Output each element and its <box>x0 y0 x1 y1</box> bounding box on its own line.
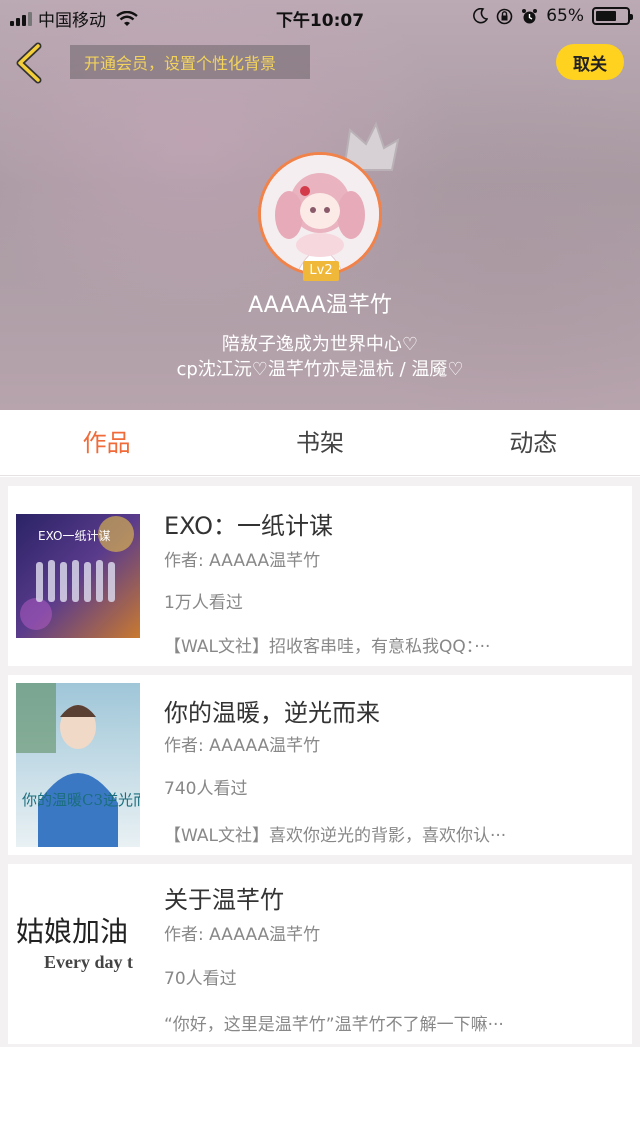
book-title: 你的温暖，逆光而来 <box>164 699 380 727</box>
bio-line-2: cp沈江沅♡温芊竹亦是温杭 / 温魇♡ <box>176 359 464 380</box>
moon-icon <box>473 8 489 24</box>
vip-banner[interactable]: 开通会员，设置个性化背景 <box>70 45 310 79</box>
battery-percent: 65% <box>546 6 584 26</box>
cover-text: EXO一纸计谋 <box>38 529 110 543</box>
book-views: 70人看过 <box>164 969 237 989</box>
tab-works[interactable]: 作品 <box>0 410 213 475</box>
username: AAAAA温芊竹 <box>248 293 392 318</box>
book-cover: 姑娘加油 Every day t <box>14 894 144 994</box>
avatar-image <box>261 155 379 273</box>
cover-text: 姑娘加油 <box>16 915 129 948</box>
book-description: 【WAL文社】招收客串哇，有意私我QQ：··· <box>164 637 491 657</box>
avatar[interactable] <box>258 152 382 276</box>
profile-tabs: 作品 书架 动态 <box>0 410 640 476</box>
cover-subtext: Every day t <box>44 952 133 972</box>
book-author: 作者: AAAAA温芊竹 <box>164 551 321 571</box>
book-cover: EXO一纸计谋 <box>16 514 140 638</box>
book-description: 【WAL文社】喜欢你逆光的背影，喜欢你认··· <box>164 826 507 846</box>
bio-line-1: 陪敖子逸成为世界中心♡ <box>221 334 419 355</box>
book-title: EXO：一纸计谋 <box>164 512 333 540</box>
profile-header: 中国移动 下午10:07 65% 开通会员，设置个性化背景 取关 Lv2 AAA… <box>0 0 640 410</box>
status-bar: 中国移动 下午10:07 65% <box>0 0 640 34</box>
book-author: 作者: AAAAA温芊竹 <box>164 736 321 756</box>
book-cover: 你的温暖C3逆光而来 <box>16 683 140 847</box>
book-card[interactable]: EXO一纸计谋 EXO：一纸计谋 作者: AAAAA温芊竹 1万人看过 【WAL… <box>8 486 632 666</box>
battery-fill <box>596 11 616 21</box>
back-button[interactable] <box>12 42 46 84</box>
cover-text: 你的温暖C3逆光而来 <box>22 791 140 809</box>
book-title: 关于温芊竹 <box>164 886 284 914</box>
level-badge: Lv2 <box>303 261 339 281</box>
tab-activity[interactable]: 动态 <box>427 410 640 475</box>
book-card[interactable]: 你的温暖C3逆光而来 你的温暖，逆光而来 作者: AAAAA温芊竹 740人看过… <box>8 675 632 855</box>
book-views: 1万人看过 <box>164 593 243 613</box>
book-card[interactable]: 姑娘加油 Every day t 关于温芊竹 作者: AAAAA温芊竹 70人看… <box>8 864 632 1044</box>
tab-bookshelf[interactable]: 书架 <box>213 410 426 475</box>
status-right: 65% <box>472 6 633 26</box>
alarm-icon <box>522 8 538 23</box>
unfollow-button[interactable]: 取关 <box>556 44 624 80</box>
book-views: 740人看过 <box>164 779 248 799</box>
book-description: “你好，这里是温芊竹”温芊竹不了解一下嘛··· <box>164 1015 504 1035</box>
avatar-wrap <box>258 152 382 276</box>
book-author: 作者: AAAAA温芊竹 <box>164 925 321 945</box>
rotation-lock-icon <box>496 8 513 24</box>
vip-banner-label: 开通会员，设置个性化背景 <box>84 54 277 73</box>
battery-icon <box>592 7 633 25</box>
